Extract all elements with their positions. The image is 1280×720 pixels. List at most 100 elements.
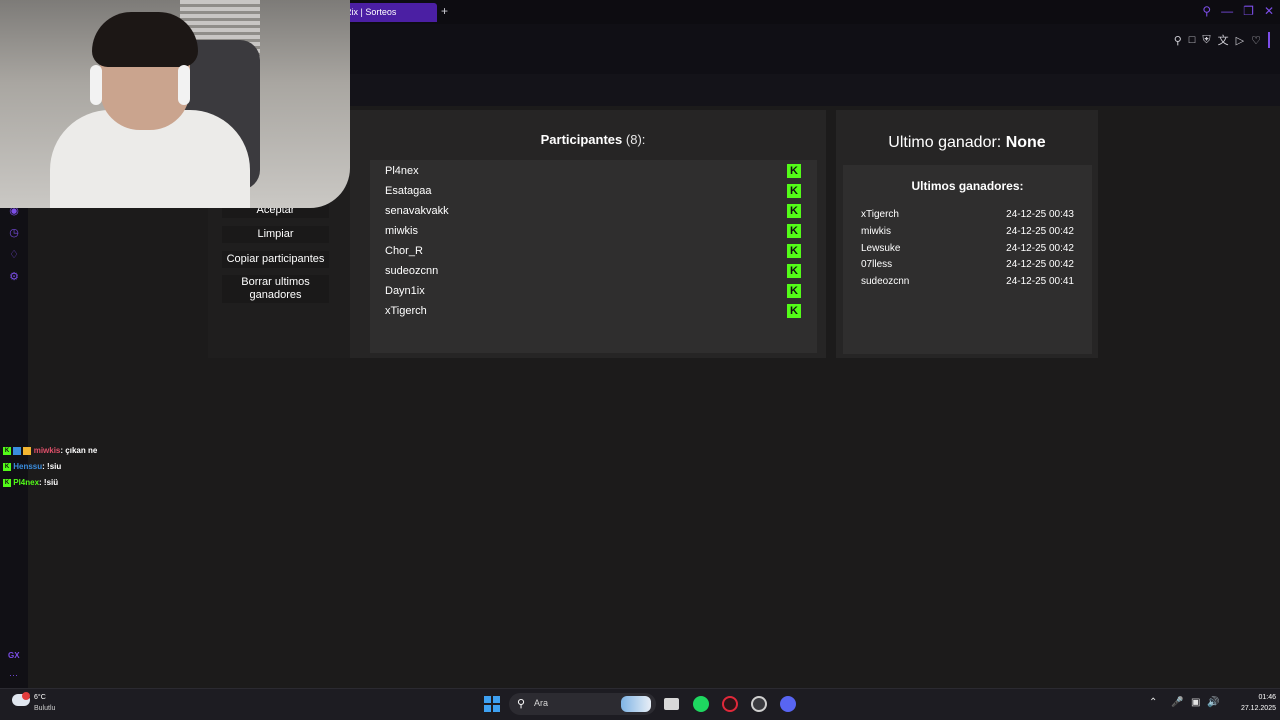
network-icon[interactable]: ▣ (1191, 697, 1200, 708)
participant-row: Dayn1ix (385, 285, 425, 297)
spotify-icon[interactable] (693, 696, 709, 712)
translate-icon[interactable]: 文 (1218, 32, 1229, 48)
restore-icon[interactable]: ❐ (1243, 4, 1254, 18)
search-label: Ara (534, 698, 549, 708)
clear-winners-button[interactable]: Borrar ultimos ganadores (222, 275, 329, 303)
participant-row: sudeozcnn (385, 265, 439, 277)
participant-row: xTigerch (385, 305, 427, 317)
winner-row: 07lless 24-12-25 00:42 (861, 258, 1074, 272)
taskbar-search[interactable]: ⚲ Ara (509, 693, 656, 715)
chat-text: : çıkan ne (60, 446, 98, 455)
window-controls: ⚲ — ❐ ✕ (1202, 4, 1274, 18)
chat-user: Pl4nex (13, 478, 40, 487)
kick-badge-icon: K (3, 446, 11, 455)
heart-icon[interactable]: ♡ (1251, 34, 1261, 47)
kick-icon: K (787, 204, 801, 218)
kick-icon: K (787, 244, 801, 258)
kick-icon: K (787, 304, 801, 318)
copy-participants-button[interactable]: Copiar participantes (222, 251, 329, 268)
weather-alert-badge (22, 692, 30, 700)
search-icon: ⚲ (517, 698, 526, 710)
participants-title: Participantes (540, 132, 623, 147)
clear-button[interactable]: Limpiar (222, 226, 329, 243)
discord-icon[interactable] (780, 696, 796, 712)
kick-icon: K (787, 284, 801, 298)
chat-text: : !siu (42, 462, 62, 471)
extensions-icon[interactable]: ♢ (7, 248, 21, 262)
crown-badge-icon (23, 446, 32, 455)
shield-icon[interactable]: ⛨ (1202, 34, 1210, 47)
participant-row: Chor_R (385, 245, 423, 257)
last-winner-label: Ultimo ganador: (888, 134, 1002, 151)
winner-date: 24-12-25 00:42 (1006, 243, 1074, 254)
participant-row: senavakvakk (385, 205, 449, 217)
steam-icon[interactable] (751, 696, 767, 712)
kick-icon: K (787, 164, 801, 178)
weather-temperature[interactable]: 6°C (34, 694, 46, 701)
gx-corner-label[interactable]: GX (8, 651, 20, 660)
search-tabs-icon[interactable]: ⚲ (1202, 4, 1211, 18)
webcam-person-hair (92, 12, 198, 67)
more-icon[interactable]: ··· (9, 670, 18, 680)
winner-name: miwkis (861, 226, 891, 237)
winner-date: 24-12-25 00:42 (1006, 226, 1074, 237)
toolbar-icons: ⚲ □ ⛨ 文 ▷ ♡ (1174, 32, 1270, 48)
kick-icon: K (787, 224, 801, 238)
close-icon[interactable]: ✕ (1264, 4, 1274, 18)
search-highlight-image (621, 696, 651, 712)
participants-heading: Participantes (8): (350, 132, 836, 147)
clock-date: 27.12.2025 (1240, 705, 1276, 712)
new-tab-button[interactable]: + (441, 4, 448, 18)
participants-count: (8): (625, 132, 646, 147)
clock-time: 01:46 (1258, 694, 1276, 701)
task-view-icon[interactable] (664, 698, 679, 710)
winner-date: 24-12-25 00:42 (1006, 259, 1074, 270)
kick-badge-icon: K (3, 478, 11, 487)
webcam-headphone-right (178, 65, 190, 105)
chat-message: K Pl4nex: !siü (3, 477, 58, 489)
minimize-icon[interactable]: — (1221, 4, 1233, 18)
winner-name: xTigerch (861, 209, 899, 220)
participant-row: miwkis (385, 225, 418, 237)
opera-gx-icon[interactable] (722, 696, 738, 712)
winner-date: 24-12-25 00:41 (1006, 276, 1074, 287)
winner-name: 07lless (861, 259, 893, 270)
history-icon[interactable]: ◷ (7, 226, 21, 240)
winner-row: Lewsuke 24-12-25 00:42 (861, 242, 1074, 256)
windows-start-icon[interactable] (484, 696, 500, 712)
webcam-overlay (0, 0, 350, 208)
winner-name: sudeozcnn (861, 276, 910, 287)
last-winner: Ultimo ganador: None (836, 134, 1098, 152)
send-icon[interactable]: ▷ (1236, 34, 1244, 47)
volume-icon[interactable]: 🔊 (1207, 697, 1219, 708)
last-winner-value: None (1005, 134, 1046, 151)
chat-message: K Henssu: !siu (3, 461, 61, 473)
accent-bar (1268, 32, 1270, 48)
tab-active[interactable]: Rix | Sorteos (340, 3, 437, 22)
chat-user: Henssu (13, 462, 43, 471)
weather-description[interactable]: Bulutlu (34, 705, 55, 712)
winners-title: Ultimos ganadores: (911, 179, 1024, 193)
snapshot-icon[interactable]: □ (1189, 34, 1196, 46)
winner-row: xTigerch 24-12-25 00:43 (861, 208, 1074, 222)
chevron-up-icon[interactable]: ⌃ (1149, 697, 1157, 708)
kick-badge-icon: K (3, 462, 11, 471)
winner-row: miwkis 24-12-25 00:42 (861, 225, 1074, 239)
subscriber-badge-icon (13, 446, 22, 455)
pin-icon[interactable]: ⚲ (1174, 34, 1182, 47)
participant-row: Esatagaa (385, 185, 432, 197)
microphone-icon[interactable]: 🎤 (1171, 697, 1183, 708)
chat-text: : !siü (39, 478, 59, 487)
settings-icon[interactable]: ⚙ (7, 270, 21, 284)
webcam-headphone-left (90, 65, 102, 105)
chat-user: miwkis (33, 446, 61, 455)
participant-row: Pl4nex (385, 165, 419, 177)
kick-icon: K (787, 264, 801, 278)
winner-row: sudeozcnn 24-12-25 00:41 (861, 275, 1074, 289)
taskbar-clock[interactable]: 01:46 27.12.2025 (1224, 692, 1276, 714)
screen: Rix | Sorteos + ⚲ — ❐ ✕ ⚲ □ ⛨ 文 ▷ ♡ ◉ ◷ … (0, 0, 1280, 720)
winner-name: Lewsuke (861, 243, 901, 254)
chat-message: K miwkis: çıkan ne (3, 445, 97, 457)
winner-date: 24-12-25 00:43 (1006, 209, 1074, 220)
kick-icon: K (787, 184, 801, 198)
